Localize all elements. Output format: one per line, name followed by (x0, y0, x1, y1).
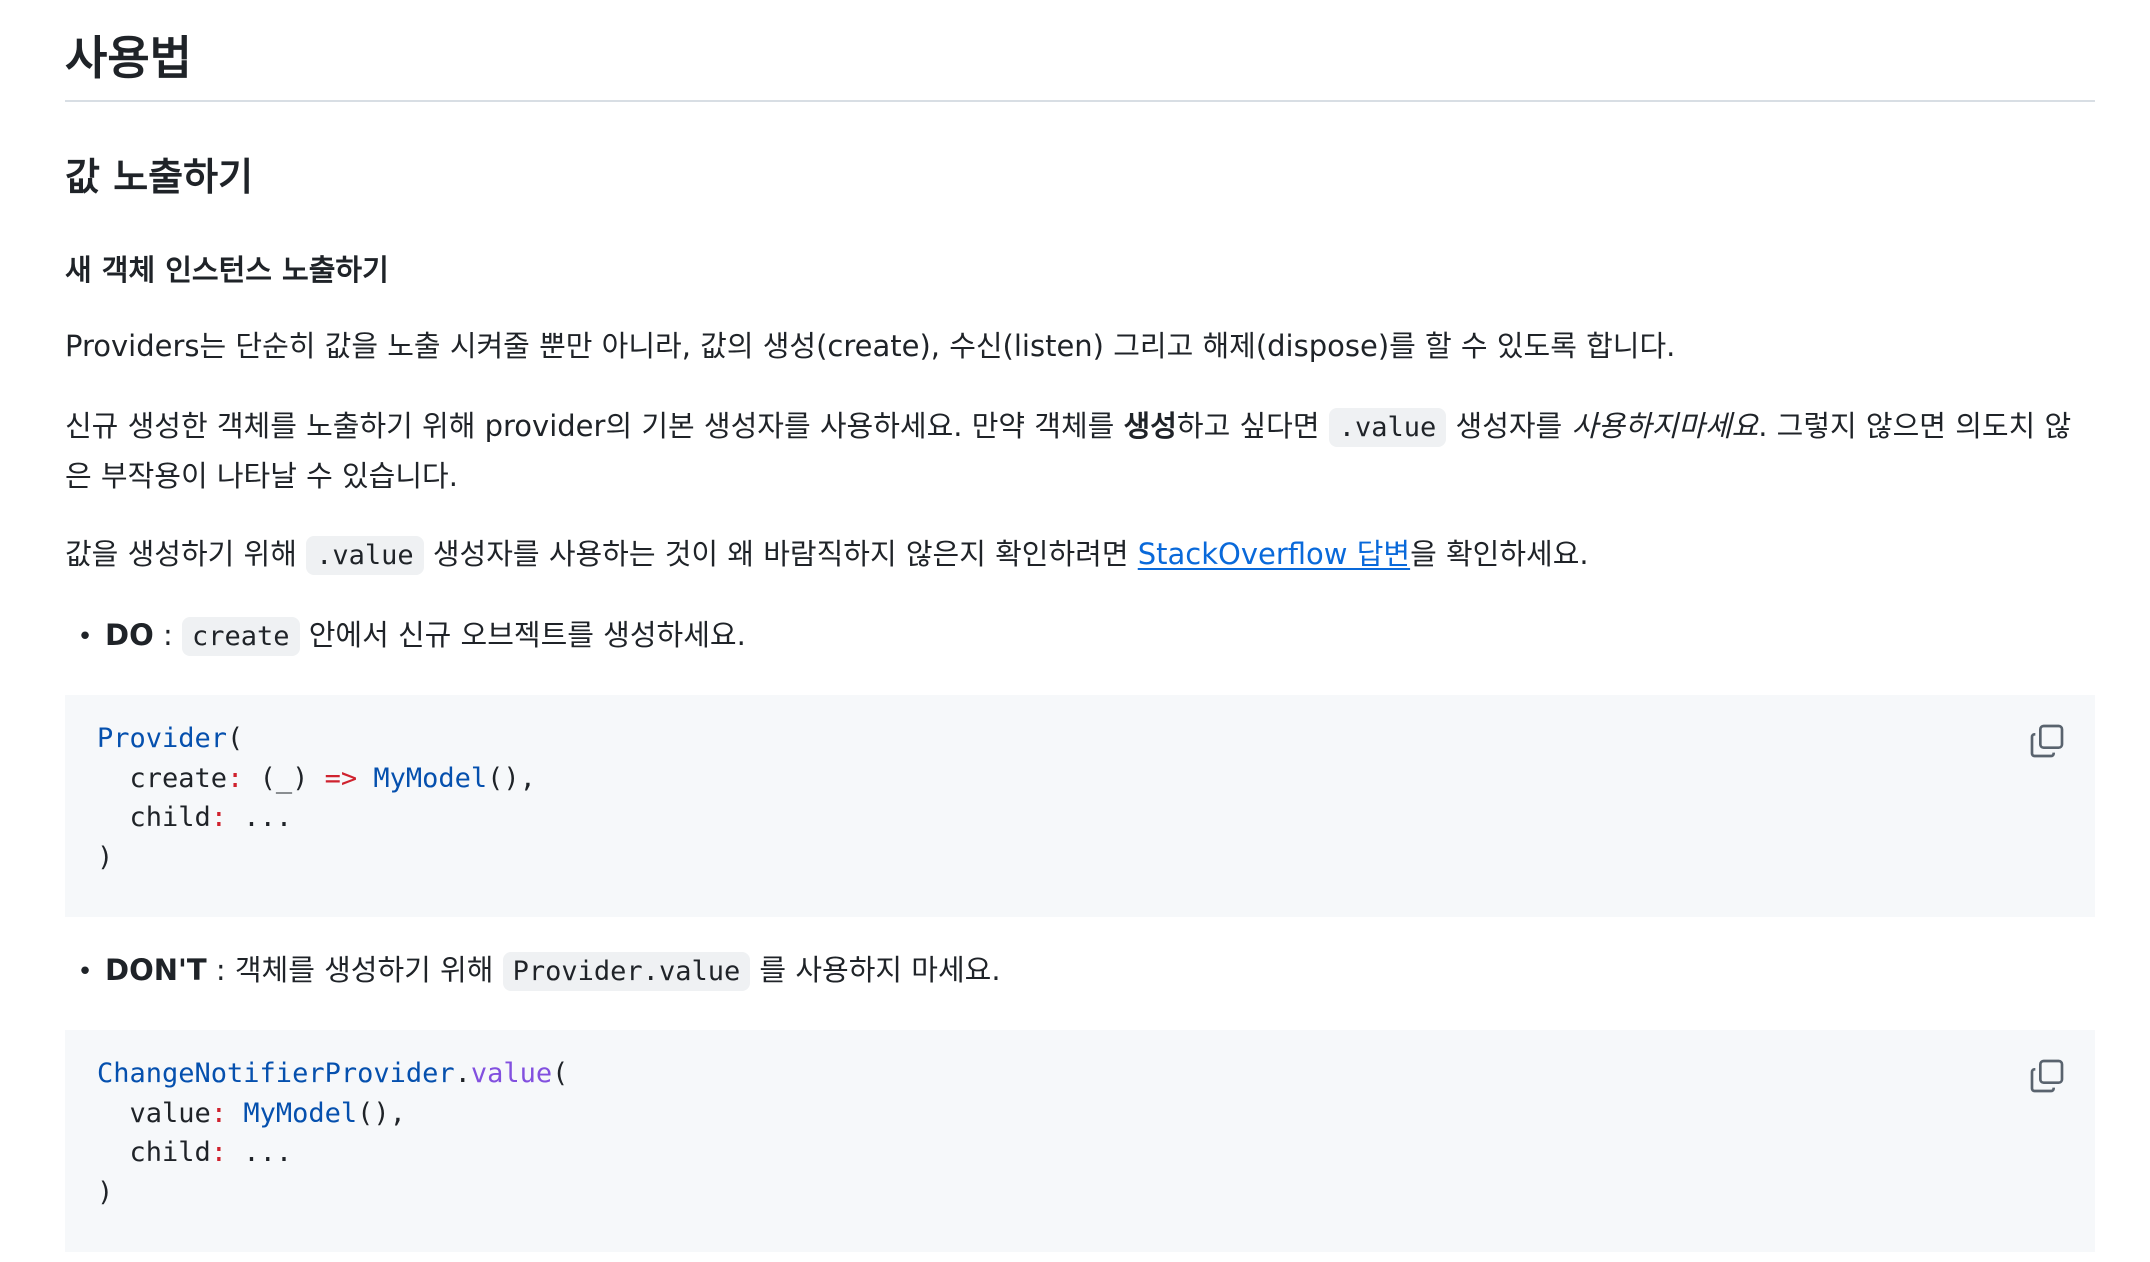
paragraph-intro: Providers는 단순히 값을 노출 시켜줄 뿐만 아니라, 값의 생성(c… (65, 329, 1676, 363)
list-item-dont: • DON'T : 객체를 생성하기 위해 Provider.value 를 사용… (65, 946, 1001, 996)
copy-icon (2030, 724, 2064, 758)
code-content: Provider( create: (_) => MyModel(), chil… (97, 723, 536, 873)
inline-code-provider-value: Provider.value (502, 952, 751, 991)
inline-code-create: create (181, 617, 300, 656)
stackoverflow-answer-link[interactable]: StackOverflow 답변 (1138, 537, 1410, 571)
copy-icon (2030, 1059, 2064, 1093)
bullet-dot: • (77, 622, 93, 652)
bullet-dot: • (77, 957, 93, 987)
copy-button[interactable] (2027, 721, 2067, 761)
heading-exposing-new-instance: 새 객체 인스턴스 노출하기 (65, 253, 389, 287)
markdown-body: 사용법 값 노출하기 새 객체 인스턴스 노출하기 Providers는 단순히… (65, 0, 2095, 1252)
inline-code-value: .value (306, 536, 424, 575)
paragraph-stackoverflow: 값을 생성하기 위해 .value 생성자를 사용하는 것이 왜 바람직하지 않… (65, 530, 2095, 580)
list-item-do: • DO : create 안에서 신규 오브젝트를 생성하세요. (65, 611, 746, 661)
heading-exposing-value: 값 노출하기 (65, 155, 254, 199)
paragraph-default-constructor: 신규 생성한 객체를 노출하기 위해 provider의 기본 생성자를 사용하… (65, 408, 2072, 493)
code-block-change-notifier: ChangeNotifierProvider.value( value: MyM… (65, 1030, 2095, 1252)
copy-button[interactable] (2027, 1056, 2067, 1096)
code-content: ChangeNotifierProvider.value( value: MyM… (97, 1058, 569, 1208)
inline-code-value: .value (1328, 408, 1447, 447)
code-block-provider: Provider( create: (_) => MyModel(), chil… (65, 695, 2095, 917)
heading-usage: 사용법 (65, 0, 2095, 102)
